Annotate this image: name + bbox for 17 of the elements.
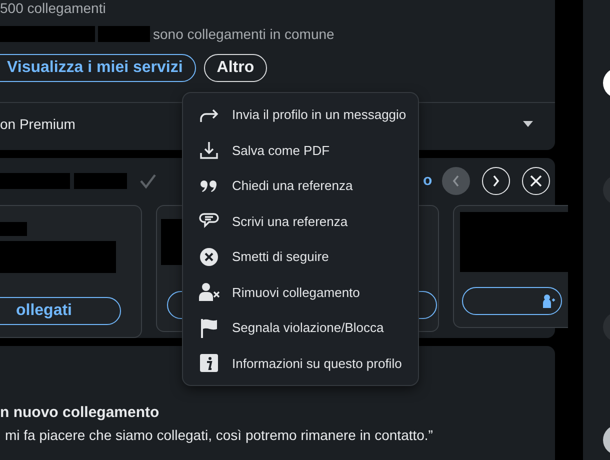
connect-button[interactable]: ollegati	[0, 297, 121, 325]
post-quote: mi fa piacere che siamo collegati, così potremo rimanere in contatto.”	[5, 427, 434, 443]
menu-item[interactable]: Segnala violazione/Blocca	[183, 310, 418, 346]
connections-count: 500 collegamenti	[0, 0, 107, 16]
menu-item[interactable]: Salva come PDF	[183, 132, 418, 168]
header-link[interactable]: o	[423, 172, 432, 189]
menu-item[interactable]: Rimuovi collegamento	[183, 274, 418, 310]
post-title: n nuovo collegamento	[0, 404, 160, 421]
menu-item[interactable]: Scrivi una referenza	[183, 204, 418, 239]
services-button[interactable]: Visualizza i miei servizi	[0, 54, 196, 82]
premium-label: on Premium	[0, 116, 76, 132]
mutual-connections-text: sono collegamenti in comune	[153, 26, 334, 42]
more-button[interactable]: Altro	[204, 54, 268, 82]
menu-item[interactable]: Smetti di seguire	[183, 239, 418, 274]
menu-item[interactable]: Informazioni su questo profilo	[183, 346, 418, 381]
menu-item[interactable]: Chiedi una referenza	[183, 168, 418, 204]
menu-item[interactable]: Invia il profilo in un messaggio	[183, 97, 418, 132]
